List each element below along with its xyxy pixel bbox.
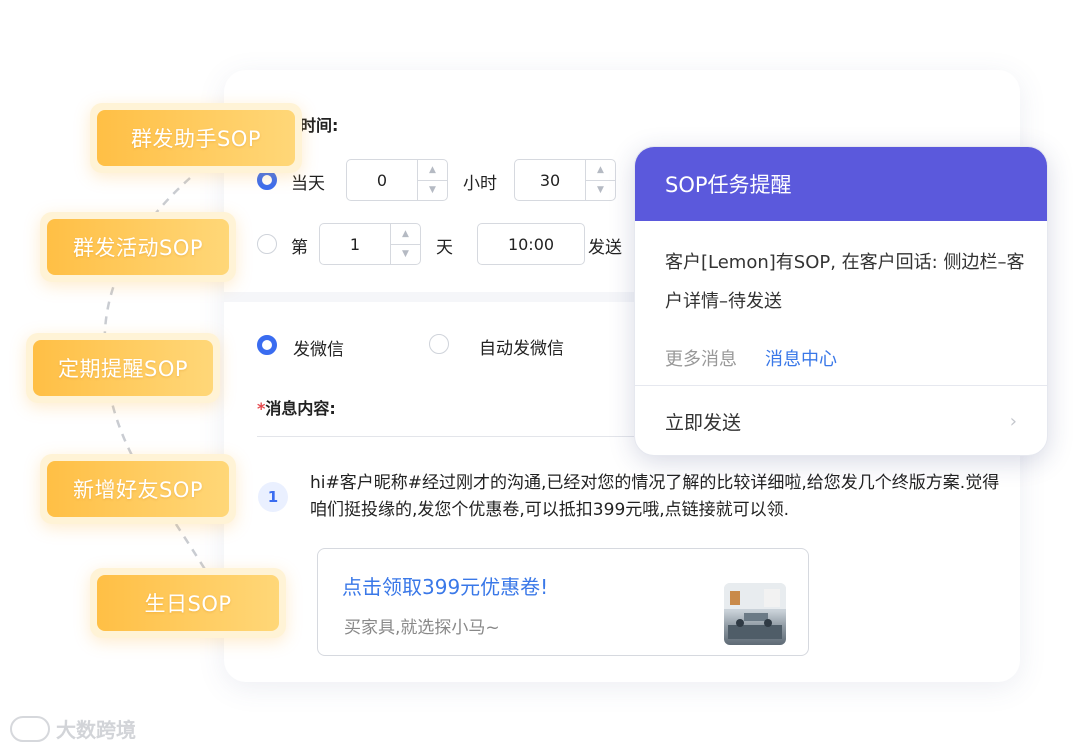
days-value: 1 [349, 234, 361, 254]
increment-icon[interactable]: ▲ [391, 224, 420, 244]
coupon-title: 点击领取399元优惠卷! [342, 575, 549, 599]
tag-label: 定期提醒SOP [33, 340, 213, 396]
send-now-label: 立即发送 [665, 412, 742, 434]
decrement-icon[interactable]: ▼ [391, 243, 420, 265]
minutes-value: 30 [539, 170, 561, 190]
watermark-logo-icon [10, 715, 50, 742]
tag-new-friend-sop[interactable]: 新增好友SOP [40, 454, 236, 524]
hours-value: 0 [376, 170, 388, 190]
popup-body: 客户[Lemon]有SOP, 在客户回话: 侧边栏–客户详情–待发送 [665, 252, 1025, 312]
send-suffix-label: 发送 [588, 238, 622, 258]
coupon-link-card[interactable]: 点击领取399元优惠卷! 买家具,就选探小马~ [317, 548, 809, 656]
watermark: 大数跨境 [10, 714, 136, 743]
tag-periodic-reminder-sop[interactable]: 定期提醒SOP [26, 333, 220, 403]
day-unit-label: 天 [436, 238, 453, 258]
tag-label: 新增好友SOP [47, 461, 229, 517]
tag-group-assistant-sop[interactable]: 群发助手SOP [90, 103, 302, 173]
auto-wechat-label: 自动发微信 [479, 339, 564, 359]
time-value: 10:00 [507, 234, 555, 254]
tag-label: 群发助手SOP [97, 110, 295, 166]
increment-icon[interactable]: ▲ [586, 160, 615, 180]
more-messages-label: 更多消息 [665, 349, 737, 370]
send-time-label: 时间: [300, 116, 339, 135]
tag-label: 生日SOP [97, 575, 279, 631]
coupon-subtitle: 买家具,就选探小马~ [344, 618, 500, 638]
tag-group-activity-sop[interactable]: 群发活动SOP [40, 212, 236, 282]
tag-birthday-sop[interactable]: 生日SOP [90, 568, 286, 638]
message-center-link[interactable]: 消息中心 [765, 345, 837, 371]
decrement-icon[interactable]: ▼ [418, 179, 447, 201]
watermark-text: 大数跨境 [56, 718, 136, 742]
popup-title: SOP任务提醒 [635, 147, 1047, 221]
chevron-right-icon: › [1009, 411, 1017, 432]
hour-unit-label: 小时 [463, 174, 497, 194]
hours-stepper[interactable]: 0 ▲ ▼ [346, 159, 448, 201]
minutes-stepper[interactable]: 30 ▲ ▼ [514, 159, 616, 201]
tag-label: 群发活动SOP [47, 219, 229, 275]
increment-icon[interactable]: ▲ [418, 160, 447, 180]
message-divider [257, 436, 647, 437]
send-now-row[interactable]: 立即发送 › [635, 385, 1047, 455]
coupon-thumbnail [724, 583, 786, 645]
days-stepper[interactable]: 1 ▲ ▼ [319, 223, 421, 265]
time-picker[interactable]: 10:00 [477, 223, 585, 265]
send-wechat-label: 发微信 [293, 340, 344, 360]
radio-auto-wechat[interactable] [429, 334, 449, 354]
decrement-icon[interactable]: ▼ [586, 179, 615, 201]
popup-links: 更多消息 消息中心 [665, 345, 837, 371]
message-text[interactable]: hi#客户昵称#经过刚才的沟通,已经对您的情况了解的比较详细啦,给您发几个终版方… [310, 470, 1010, 524]
sop-reminder-popup: SOP任务提醒 客户[Lemon]有SOP, 在客户回话: 侧边栏–客户详情–待… [634, 146, 1048, 456]
